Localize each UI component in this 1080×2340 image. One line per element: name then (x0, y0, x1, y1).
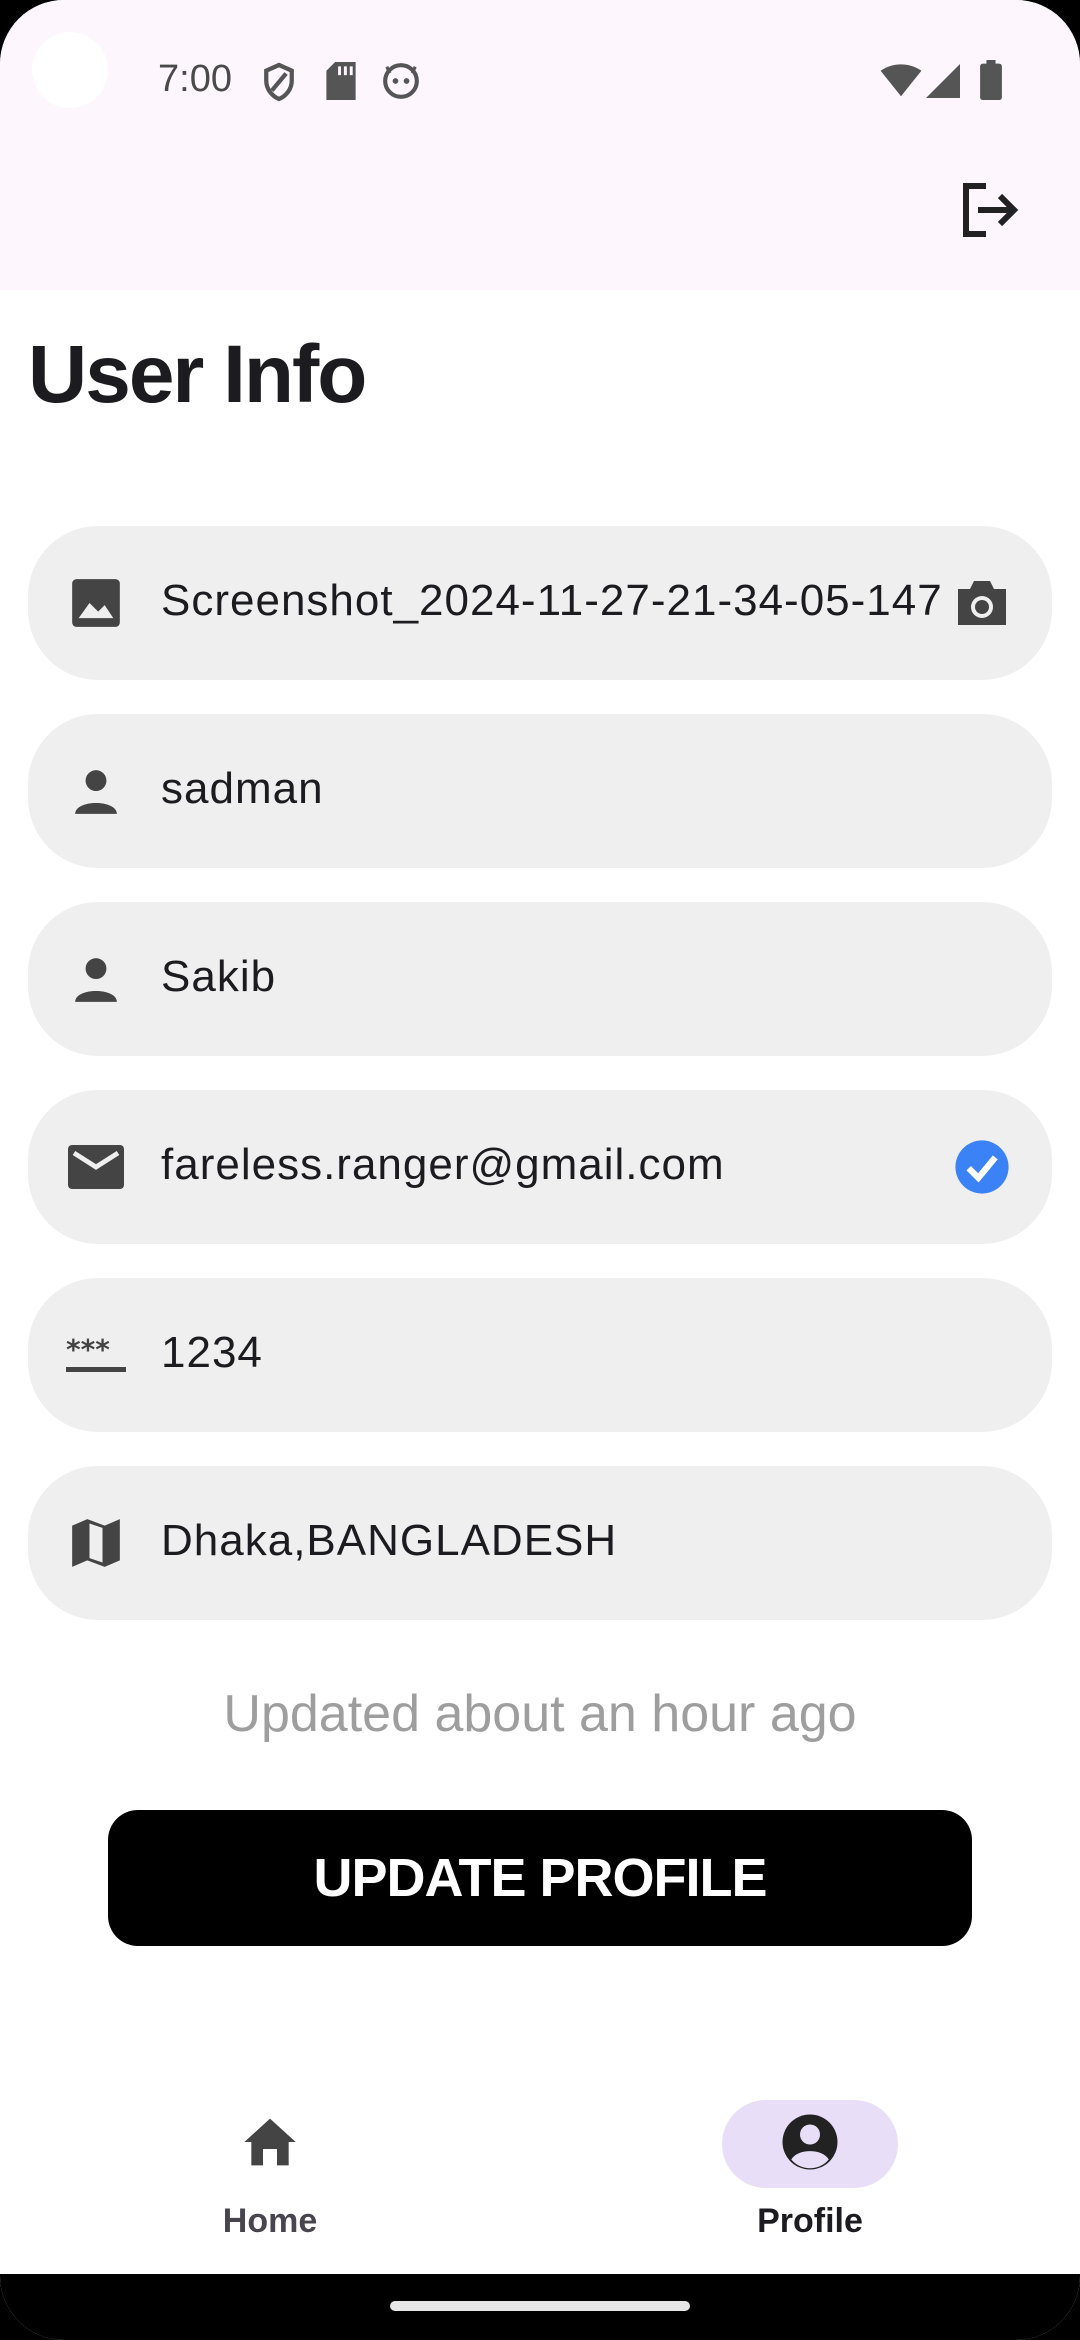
username-value: sadman (161, 764, 324, 813)
shield-icon (262, 62, 296, 107)
email-icon (66, 1137, 126, 1197)
battery-icon (980, 60, 1002, 105)
address-value: Dhaka,BANGLADESH (161, 1516, 618, 1565)
password-field[interactable]: *** 1234 (28, 1278, 1052, 1432)
camera-icon[interactable] (952, 573, 1012, 633)
gesture-handle[interactable] (390, 2301, 690, 2311)
svg-text:***: *** (66, 1335, 110, 1366)
wifi-icon (880, 64, 922, 103)
image-icon (66, 573, 126, 633)
name-value: Sakib (161, 952, 277, 1001)
image-filename-value: Screenshot_2024-11-27-21-34-05-147 (161, 576, 943, 625)
screen: 7:00 User Info Screenshot_2024-11-27-21-… (0, 0, 1080, 2340)
nav-home-label: Home (222, 2202, 318, 2240)
password-value: 1234 (161, 1328, 263, 1377)
app-bar: 7:00 (0, 0, 1080, 290)
person-icon (66, 761, 126, 821)
map-icon (66, 1513, 126, 1573)
android-face-icon (382, 62, 420, 105)
image-picker-field[interactable]: Screenshot_2024-11-27-21-34-05-147 (28, 526, 1052, 680)
verified-check-icon (952, 1137, 1012, 1197)
name-field[interactable]: Sakib (28, 902, 1052, 1056)
email-field[interactable]: fareless.ranger@gmail.com (28, 1090, 1052, 1244)
email-value: fareless.ranger@gmail.com (161, 1140, 725, 1189)
cell-signal-icon (926, 64, 960, 103)
page-title: User Info (28, 329, 367, 420)
address-field[interactable]: Dhaka,BANGLADESH (28, 1466, 1052, 1620)
logout-icon (960, 182, 1020, 243)
nav-home-pill (182, 2100, 358, 2188)
status-time: 7:00 (158, 58, 232, 100)
username-field[interactable]: sadman (28, 714, 1052, 868)
nav-profile-label: Profile (757, 2202, 863, 2240)
home-icon (242, 2116, 298, 2173)
nav-profile-pill (722, 2100, 898, 2188)
account-circle-icon (780, 2112, 840, 2177)
camera-cutout (32, 32, 108, 108)
logout-button[interactable] (950, 172, 1030, 252)
password-icon: *** (66, 1325, 126, 1385)
update-profile-button[interactable]: UPDATE PROFILE (108, 1810, 972, 1946)
person-icon (66, 949, 126, 1009)
updated-timestamp: Updated about an hour ago (223, 1685, 857, 1743)
nav-item-home[interactable]: Home (150, 2100, 390, 2250)
sd-card-icon (326, 62, 356, 105)
nav-item-profile[interactable]: Profile (690, 2100, 930, 2250)
